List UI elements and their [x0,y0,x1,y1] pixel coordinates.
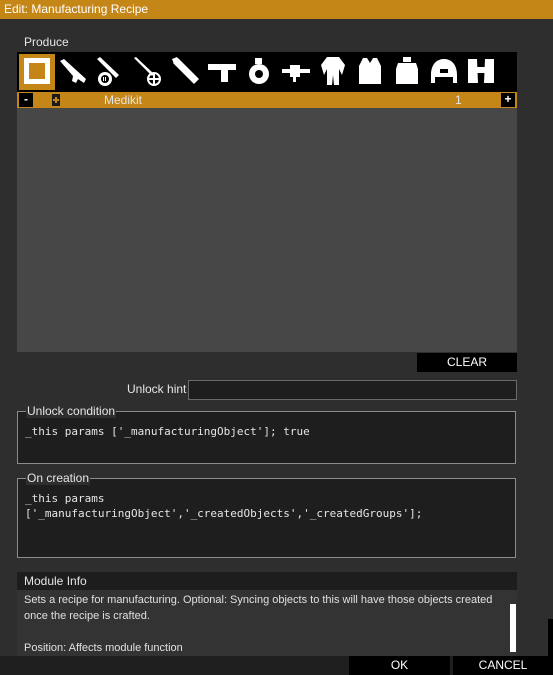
produce-list[interactable] [17,108,517,352]
category-crate[interactable] [19,54,55,90]
increase-button[interactable]: + [501,93,515,107]
decrease-button[interactable]: - [19,93,33,107]
category-launchers[interactable] [167,54,203,90]
window-title: Edit: Manufacturing Recipe [0,0,553,19]
unlock-condition-legend: Unlock condition [26,404,117,418]
category-bar [17,52,517,92]
category-pistols[interactable] [204,54,240,90]
category-grenades[interactable] [241,54,277,90]
category-attachments[interactable] [278,54,314,90]
category-sniper-rifles[interactable] [130,54,166,90]
category-backpacks[interactable] [389,54,425,90]
unlock-condition-box[interactable]: Unlock condition _this params ['_manufac… [17,404,516,464]
category-vests[interactable] [352,54,388,90]
helmet-icon [428,55,460,90]
vest-icon [354,55,386,90]
module-info-text: Sets a recipe for manufacturing. Optiona… [24,592,510,656]
sniper-rifle-icon [132,55,164,90]
on-creation-box[interactable]: On creation _this params ['_manufacturin… [17,471,516,558]
window-scrollbar[interactable] [548,19,553,675]
binoculars-icon [465,55,497,90]
module-info-description: Sets a recipe for manufacturing. Optiona… [24,594,493,622]
produce-label: Produce [24,35,69,49]
module-info-panel: Sets a recipe for manufacturing. Optiona… [17,590,517,656]
item-count: 1 [455,93,462,107]
medikit-icon [50,94,62,106]
category-uniforms[interactable] [315,54,351,90]
category-rifles[interactable] [56,54,92,90]
cancel-button[interactable]: CANCEL [453,656,553,675]
on-creation-legend: On creation [26,471,91,485]
item-name: Medikit [104,93,143,107]
module-info-position: Position: Affects module function [24,642,183,654]
unlock-hint-label: Unlock hint [127,382,187,396]
rifle-icon [58,55,90,90]
ok-button[interactable]: OK [349,656,450,675]
attachment-icon [280,55,312,90]
module-info-scrollbar[interactable] [510,604,516,652]
category-binoculars[interactable] [463,54,499,90]
category-helmets[interactable] [426,54,462,90]
window-scrollbar-thumb[interactable] [548,19,553,619]
uniform-icon [317,55,349,90]
category-machine-guns[interactable] [93,54,129,90]
machine-gun-icon [95,55,127,90]
grenade-icon [243,55,275,90]
launcher-icon [169,55,201,90]
module-info-title: Module Info [17,572,517,590]
on-creation-code[interactable]: _this params ['_manufacturingObject','_c… [25,491,509,521]
backpack-icon [391,55,423,90]
pistol-icon [206,55,238,90]
clear-button[interactable]: CLEAR [417,353,517,372]
unlock-hint-input[interactable] [188,380,517,400]
crate-icon [21,55,53,90]
unlock-condition-code[interactable]: _this params ['_manufacturingObject']; t… [25,424,509,439]
recipe-item-row[interactable]: - Medikit 1 + [17,92,517,108]
